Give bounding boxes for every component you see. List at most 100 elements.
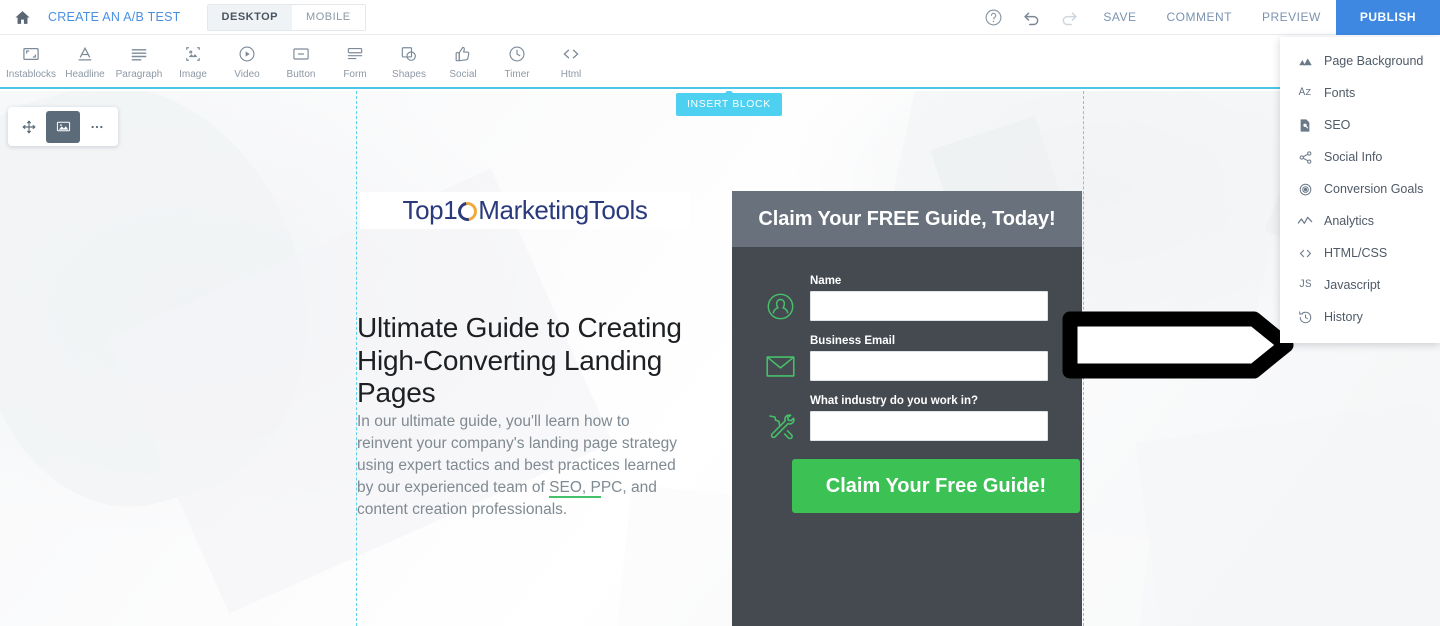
- tool-label: Button: [286, 69, 316, 80]
- tool-image[interactable]: Image: [166, 35, 220, 80]
- share-nodes-icon: [1294, 150, 1316, 165]
- form-body: Name Business Email What industry do you…: [732, 247, 1082, 513]
- form-field-label: Name: [810, 275, 842, 287]
- menu-item-label: Conversion Goals: [1324, 182, 1424, 196]
- name-input[interactable]: [810, 291, 1048, 321]
- settings-dropdown-menu: Page Background Az Fonts SEO Social Info: [1280, 37, 1440, 343]
- clock-icon: [507, 42, 527, 66]
- image-icon: [183, 42, 203, 66]
- menu-item-fonts[interactable]: Az Fonts: [1280, 77, 1440, 109]
- shapes-icon: [399, 42, 419, 66]
- target-icon: [1294, 182, 1316, 197]
- logo-text-after: MarketingTools: [478, 195, 648, 225]
- tool-label: Html: [560, 69, 582, 80]
- tool-label: Paragraph: [115, 69, 163, 80]
- form-submit-button[interactable]: Claim Your Free Guide!: [792, 459, 1080, 513]
- background-photo-shape: [1135, 401, 1440, 626]
- page-body-text[interactable]: In our ultimate guide, you'll learn how …: [357, 411, 679, 521]
- logo-text: Top1 MarketingTools: [402, 195, 647, 226]
- logo-zero-glyph: [454, 198, 481, 225]
- redo-arrow-icon[interactable]: [1050, 0, 1088, 35]
- tool-html[interactable]: Html: [544, 35, 598, 80]
- form-field-label: What industry do you work in?: [810, 395, 979, 407]
- tool-label: Video: [234, 69, 260, 80]
- paragraph-lines-icon: [129, 42, 149, 66]
- thumbs-up-icon: [453, 42, 473, 66]
- headline-a-icon: [75, 42, 95, 66]
- business-email-input[interactable]: [810, 351, 1048, 381]
- menu-item-page-background[interactable]: Page Background: [1280, 45, 1440, 77]
- create-ab-test-link[interactable]: CREATE AN A/B TEST: [48, 10, 181, 24]
- document-icon: [1294, 118, 1316, 133]
- top-bar: CREATE AN A/B TEST DESKTOP MOBILE SAVE C…: [0, 0, 1440, 35]
- envelope-icon: [760, 349, 800, 383]
- menu-item-javascript[interactable]: JS Javascript: [1280, 269, 1440, 301]
- tool-button[interactable]: Button: [274, 35, 328, 80]
- tool-label: Instablocks: [5, 69, 57, 80]
- js-text-icon: JS: [1298, 279, 1312, 291]
- tool-social[interactable]: Social: [436, 35, 490, 80]
- video-play-icon: [237, 42, 257, 66]
- form-header-title: Claim Your FREE Guide, Today!: [758, 207, 1056, 230]
- form-field-name: Name: [760, 275, 1050, 321]
- form-header: Claim Your FREE Guide, Today!: [732, 191, 1082, 247]
- industry-input[interactable]: [810, 411, 1048, 441]
- move-arrows-icon[interactable]: [12, 111, 46, 143]
- person-circle-icon: [760, 289, 800, 323]
- tool-paragraph[interactable]: Paragraph: [112, 35, 166, 80]
- comment-button[interactable]: COMMENT: [1151, 0, 1247, 34]
- help-circle-icon[interactable]: [974, 0, 1012, 35]
- button-icon: [291, 42, 311, 66]
- site-logo[interactable]: Top1 MarketingTools: [360, 192, 690, 229]
- undo-arrow-icon[interactable]: [1012, 0, 1050, 35]
- page-headline[interactable]: Ultimate Guide to Creating High-Converti…: [357, 312, 697, 410]
- tool-label: Headline: [65, 69, 105, 80]
- lead-capture-form[interactable]: Claim Your FREE Guide, Today! Name Busin…: [732, 191, 1082, 626]
- menu-item-label: History: [1324, 310, 1363, 324]
- menu-item-seo[interactable]: SEO: [1280, 109, 1440, 141]
- menu-item-label: Fonts: [1324, 86, 1356, 100]
- publish-button[interactable]: PUBLISH: [1335, 0, 1440, 35]
- menu-item-label: Javascript: [1324, 278, 1381, 292]
- save-button[interactable]: SAVE: [1088, 0, 1151, 34]
- mountains-icon: [1294, 54, 1316, 69]
- page-canvas[interactable]: INSERT BLOCK Top1 MarketingTools Ultimate…: [0, 91, 1440, 626]
- menu-item-social-info[interactable]: Social Info: [1280, 141, 1440, 173]
- menu-item-history[interactable]: History: [1280, 301, 1440, 333]
- tool-timer[interactable]: Timer: [490, 35, 544, 80]
- tool-headline[interactable]: Headline: [58, 35, 112, 80]
- top-bar-actions: SAVE COMMENT PREVIEW PUBLISH: [974, 0, 1440, 35]
- instablocks-icon: [21, 42, 41, 66]
- tool-instablocks[interactable]: Instablocks: [4, 35, 58, 80]
- logo-text-before: Top1: [402, 195, 458, 225]
- tools-icon: [760, 409, 800, 443]
- form-icon: [345, 42, 365, 66]
- tool-shapes[interactable]: Shapes: [382, 35, 436, 80]
- device-toggle-mobile[interactable]: MOBILE: [292, 5, 365, 30]
- form-field-label: Business Email: [810, 335, 896, 347]
- block-toolbar: [8, 107, 118, 146]
- tool-label: Social: [449, 69, 477, 80]
- code-brackets-icon: [1294, 246, 1316, 261]
- menu-item-label: Page Background: [1324, 54, 1424, 68]
- spellcheck-underlined-text: SEO, P: [549, 479, 601, 498]
- image-icon[interactable]: [46, 110, 80, 143]
- menu-item-conversion-goals[interactable]: Conversion Goals: [1280, 173, 1440, 205]
- device-toggle: DESKTOP MOBILE: [206, 3, 366, 31]
- menu-item-analytics[interactable]: Analytics: [1280, 205, 1440, 237]
- preview-button[interactable]: PREVIEW: [1247, 0, 1336, 34]
- code-brackets-icon: [561, 42, 581, 66]
- home-icon[interactable]: [9, 4, 35, 30]
- tool-video[interactable]: Video: [220, 35, 274, 80]
- insert-block-button[interactable]: INSERT BLOCK: [676, 91, 782, 116]
- tool-label: Shapes: [392, 69, 426, 80]
- device-toggle-desktop[interactable]: DESKTOP: [207, 4, 293, 30]
- more-dots-icon[interactable]: [80, 111, 114, 143]
- menu-item-label: HTML/CSS: [1324, 246, 1388, 260]
- menu-item-label: Social Info: [1324, 150, 1383, 164]
- tool-label: Image: [179, 69, 207, 80]
- tool-form[interactable]: Form: [328, 35, 382, 80]
- menu-item-label: Analytics: [1324, 214, 1375, 228]
- az-text-icon: Az: [1298, 87, 1312, 99]
- menu-item-html-css[interactable]: HTML/CSS: [1280, 237, 1440, 269]
